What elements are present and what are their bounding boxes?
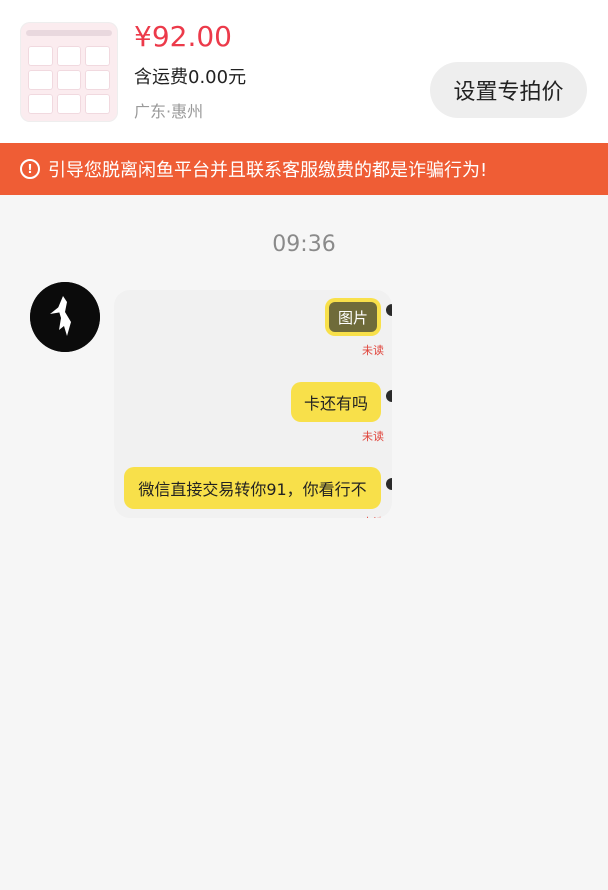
unread-status: 未读 xyxy=(362,344,384,357)
shipping-fee: 含运费0.00元 xyxy=(134,67,247,88)
product-thumbnail[interactable] xyxy=(20,22,118,122)
image-placeholder: 图片 xyxy=(329,302,377,332)
message-bubble-text[interactable]: 卡还有吗 xyxy=(291,382,381,422)
product-card[interactable]: ¥92.00 含运费0.00元 广东·惠州 设置专拍价 xyxy=(0,0,608,143)
unread-status: 未读 xyxy=(362,430,384,443)
avatar-dot-icon xyxy=(386,478,392,490)
chat-timestamp: 09:36 xyxy=(272,232,336,257)
message-bubble-text[interactable]: 微信直接交易转你91，你看行不 xyxy=(124,467,381,509)
unread-status: 未读 xyxy=(362,514,384,518)
avatar-image xyxy=(30,282,100,352)
message-group: 图片 未读 卡还有吗 未读 微信直接交易转你91，你看行不 未读 xyxy=(114,290,392,518)
seller-location: 广东·惠州 xyxy=(134,102,204,121)
warning-icon: ! xyxy=(20,159,40,179)
avatar[interactable] xyxy=(30,282,100,352)
fraud-warning-banner: ! 引导您脱离闲鱼平台并且联系客服缴费的都是诈骗行为! xyxy=(0,143,608,195)
set-special-price-button[interactable]: 设置专拍价 xyxy=(430,62,587,118)
fraud-warning-text: 引导您脱离闲鱼平台并且联系客服缴费的都是诈骗行为! xyxy=(48,160,488,181)
avatar-dot-icon xyxy=(386,390,392,402)
product-price: ¥92.00 xyxy=(134,20,232,53)
avatar-dot-icon xyxy=(386,304,392,316)
message-bubble-image[interactable]: 图片 xyxy=(325,298,381,336)
